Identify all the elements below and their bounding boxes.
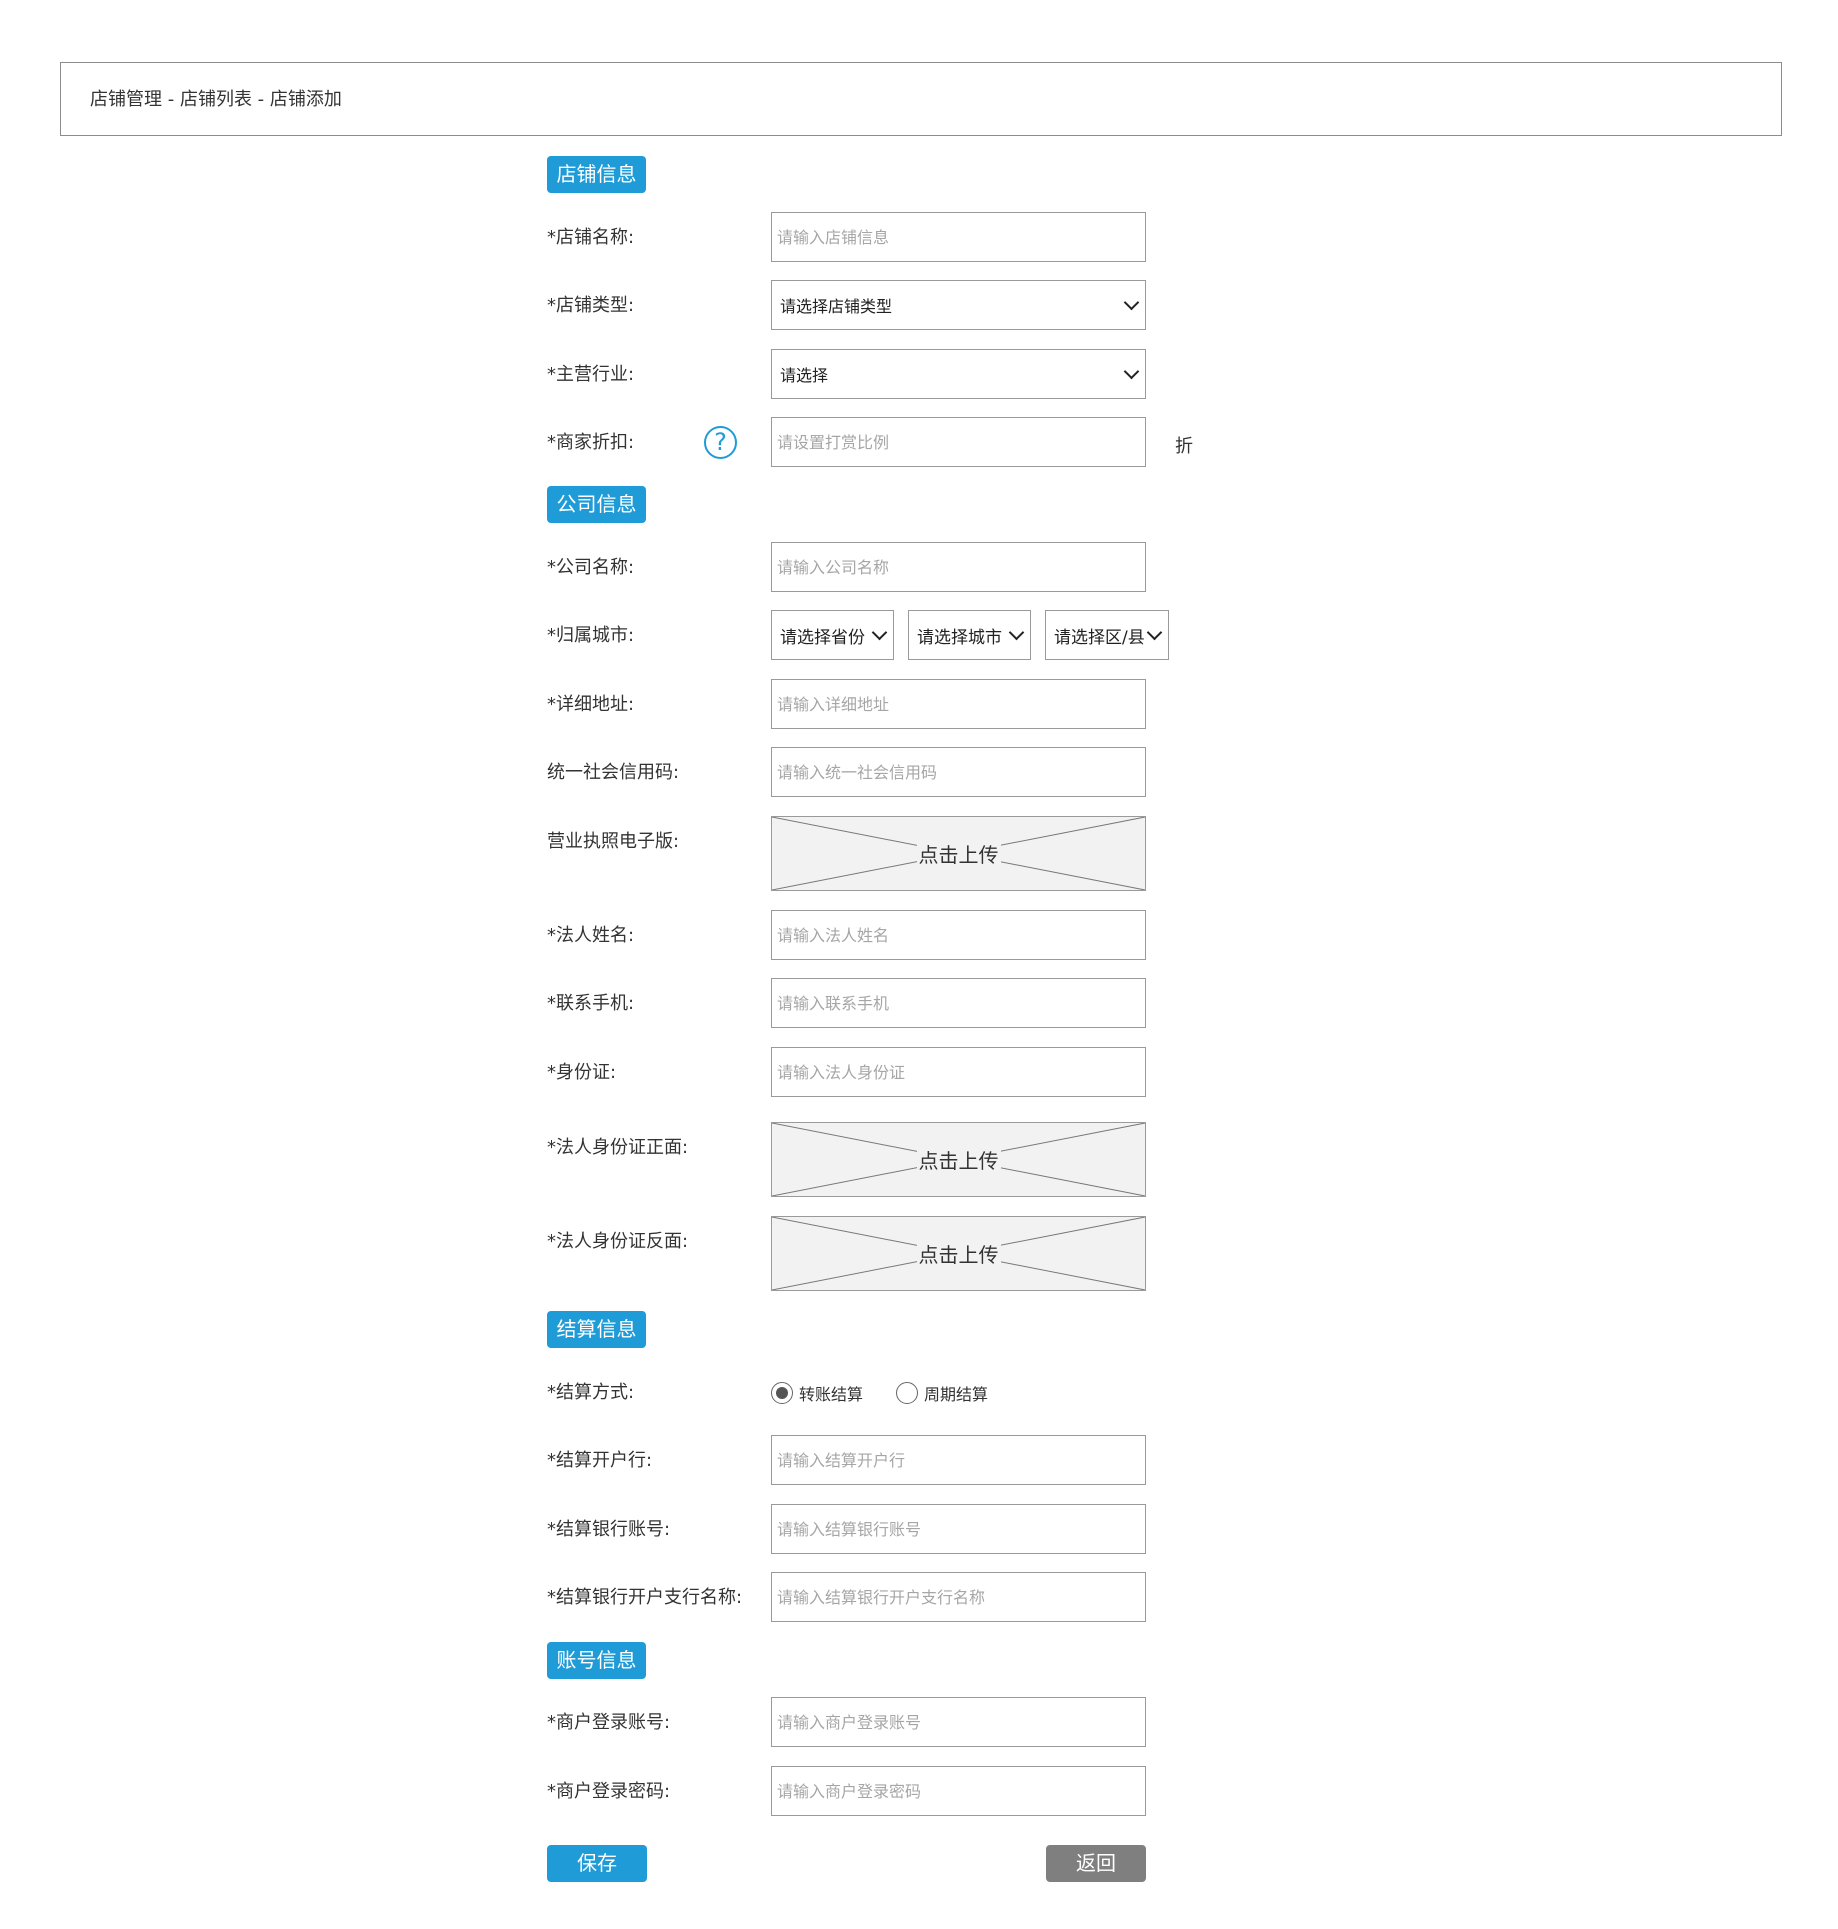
phone-label: *联系手机:: [547, 993, 635, 1014]
discount-unit: 折: [1175, 436, 1193, 457]
login-account-input[interactable]: [771, 1697, 1146, 1747]
chevron-down-icon: [1146, 624, 1163, 641]
login-account-label: *商户登录账号:: [547, 1712, 671, 1733]
license-upload-text: 点击上传: [916, 839, 1001, 868]
back-button[interactable]: 返回: [1046, 1845, 1146, 1882]
login-password-label: *商户登录密码:: [547, 1781, 671, 1802]
district-select[interactable]: 请选择区/县: [1045, 610, 1169, 660]
legal-name-input[interactable]: [771, 910, 1146, 960]
shop-name-input[interactable]: [771, 212, 1146, 262]
section-company-info: 公司信息: [547, 486, 646, 523]
shop-type-select[interactable]: 请选择店铺类型: [771, 280, 1146, 330]
settlement-account-input[interactable]: [771, 1504, 1146, 1554]
radio-periodic-settlement[interactable]: 周期结算: [896, 1381, 988, 1405]
industry-select[interactable]: 请选择: [771, 349, 1146, 399]
id-back-label: *法人身份证反面:: [547, 1231, 689, 1252]
settlement-branch-label: *结算银行开户支行名称:: [547, 1587, 743, 1608]
login-password-input[interactable]: [771, 1766, 1146, 1816]
radio-unchecked-icon: [896, 1382, 918, 1404]
id-card-label: *身份证:: [547, 1062, 617, 1083]
address-input[interactable]: [771, 679, 1146, 729]
settlement-branch-input[interactable]: [771, 1572, 1146, 1622]
id-card-input[interactable]: [771, 1047, 1146, 1097]
credit-code-input[interactable]: [771, 747, 1146, 797]
radio-periodic-label: 周期结算: [924, 1385, 989, 1404]
help-icon[interactable]: ?: [704, 426, 737, 459]
city-select[interactable]: 请选择城市: [908, 610, 1031, 660]
license-upload[interactable]: 点击上传: [771, 816, 1146, 891]
settlement-method-label: *结算方式:: [547, 1382, 635, 1403]
breadcrumb-shop-add: 店铺添加: [269, 89, 342, 110]
industry-value: 请选择: [780, 366, 829, 385]
phone-input[interactable]: [771, 978, 1146, 1028]
chevron-down-icon: [871, 624, 888, 641]
radio-checked-icon: [771, 1382, 793, 1404]
breadcrumb-shop-list[interactable]: 店铺列表 -: [180, 89, 264, 110]
company-name-input[interactable]: [771, 542, 1146, 592]
settlement-bank-input[interactable]: [771, 1435, 1146, 1485]
section-shop-info: 店铺信息: [547, 156, 646, 193]
radio-transfer-label: 转账结算: [799, 1385, 864, 1404]
section-account-info: 账号信息: [547, 1642, 646, 1679]
province-select[interactable]: 请选择省份: [771, 610, 894, 660]
industry-label: *主营行业:: [547, 364, 635, 385]
id-front-upload[interactable]: 点击上传: [771, 1122, 1146, 1197]
chevron-down-icon: [1123, 294, 1140, 311]
province-value: 请选择省份: [780, 627, 865, 648]
id-back-upload-text: 点击上传: [916, 1239, 1001, 1268]
settlement-bank-label: *结算开户行:: [547, 1450, 653, 1471]
address-label: *详细地址:: [547, 694, 635, 715]
id-back-upload[interactable]: 点击上传: [771, 1216, 1146, 1291]
breadcrumb-shop-management[interactable]: 店铺管理 -: [90, 89, 174, 110]
discount-input[interactable]: [771, 417, 1146, 467]
breadcrumb: 店铺管理 - 店铺列表 - 店铺添加: [60, 62, 1782, 136]
id-front-label: *法人身份证正面:: [547, 1137, 689, 1158]
legal-name-label: *法人姓名:: [547, 925, 635, 946]
shop-name-label: *店铺名称:: [547, 227, 635, 248]
discount-label: *商家折扣:: [547, 432, 635, 453]
city-value: 请选择城市: [917, 627, 1002, 648]
credit-code-label: 统一社会信用码:: [547, 762, 680, 783]
company-name-label: *公司名称:: [547, 557, 635, 578]
shop-type-value: 请选择店铺类型: [780, 297, 893, 316]
settlement-account-label: *结算银行账号:: [547, 1519, 671, 1540]
chevron-down-icon: [1123, 363, 1140, 380]
chevron-down-icon: [1008, 624, 1025, 641]
id-front-upload-text: 点击上传: [916, 1145, 1001, 1174]
license-label: 营业执照电子版:: [547, 831, 680, 852]
section-settlement-info: 结算信息: [547, 1311, 646, 1348]
district-value: 请选择区/县: [1054, 627, 1145, 648]
radio-transfer-settlement[interactable]: 转账结算: [771, 1381, 863, 1405]
city-label: *归属城市:: [547, 625, 635, 646]
shop-type-label: *店铺类型:: [547, 295, 635, 316]
save-button[interactable]: 保存: [547, 1845, 647, 1882]
